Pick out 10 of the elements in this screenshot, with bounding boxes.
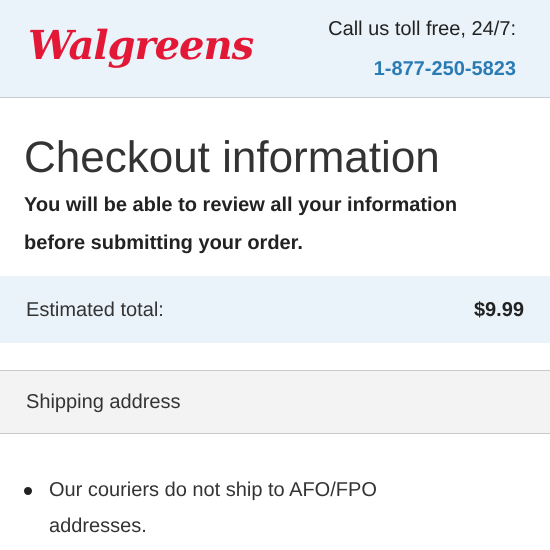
page-title: Checkout information (24, 132, 441, 184)
section-title: Shipping address (26, 390, 181, 415)
estimate-label: Estimated total: (26, 298, 164, 322)
bullet-icon (24, 487, 32, 495)
logo[interactable]: Walgreens (28, 16, 254, 76)
note-text: Our couriers do not ship to AFO/FPO addresses. (49, 478, 378, 539)
estimate-amount: $9.99 (474, 298, 524, 322)
phone-link[interactable]: 1-877-250-5823 (374, 54, 516, 84)
call-label: Call us toll free, 24/7: (328, 16, 516, 42)
subtitle: You will be able to review all your information before submitting your order. (24, 193, 458, 256)
